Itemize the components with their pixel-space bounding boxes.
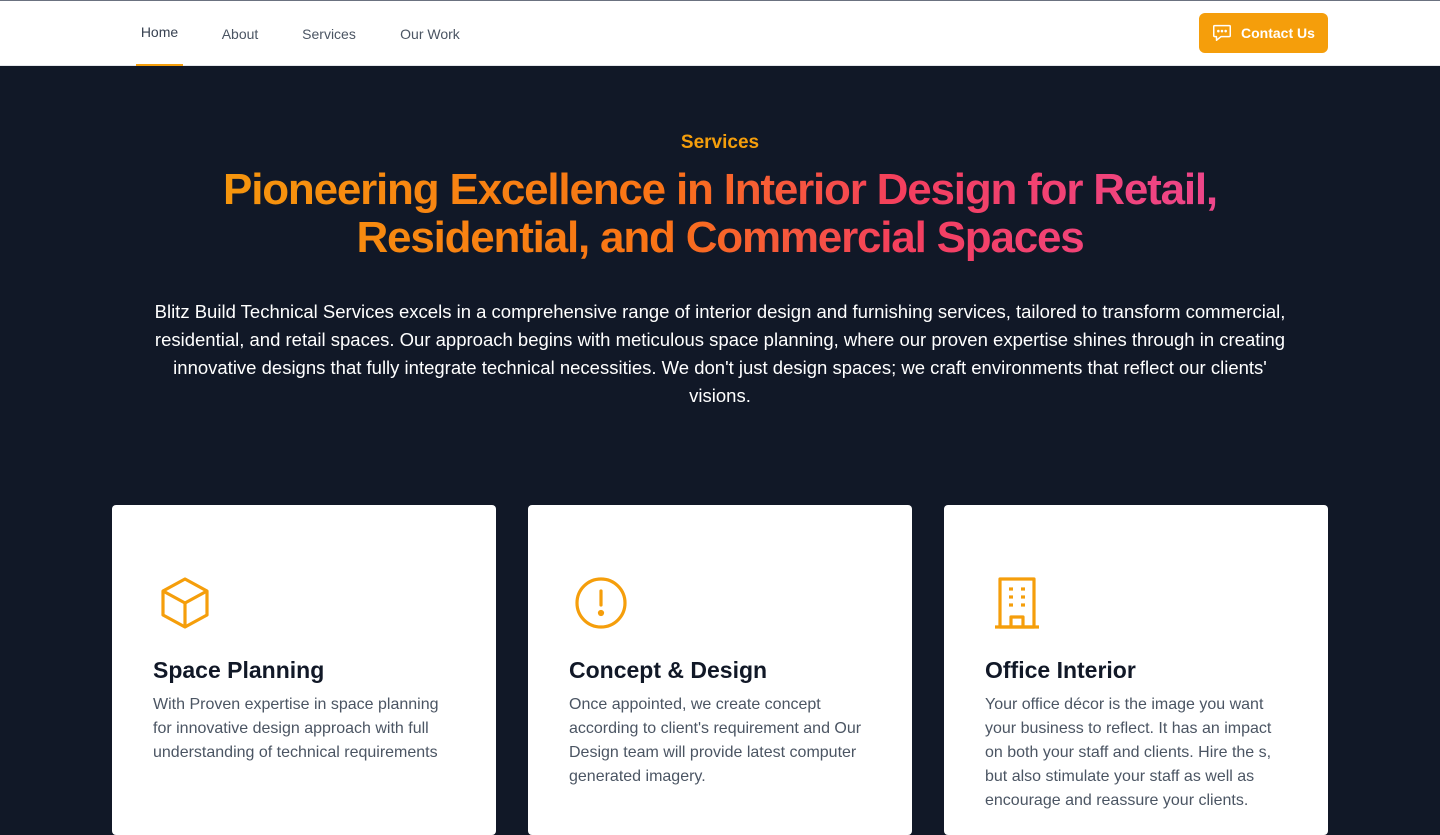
service-card-office-interior: Office Interior Your office décor is the… [944, 505, 1328, 835]
service-card-concept-design: Concept & Design Once appointed, we crea… [528, 505, 912, 835]
nav-our-work[interactable]: Our Work [397, 1, 463, 66]
intro-paragraph: Blitz Build Technical Services excels in… [154, 301, 1286, 406]
nav-home[interactable]: Home [136, 1, 183, 66]
top-navigation-bar: Home About Services Our Work Contact Us [0, 0, 1440, 66]
card-description: Your office décor is the image you want … [985, 696, 1272, 809]
main-nav: Home About Services Our Work [136, 1, 463, 66]
card-description: With Proven expertise in space planning … [153, 696, 439, 761]
contact-us-button[interactable]: Contact Us [1199, 13, 1328, 53]
services-hero: Services Pioneering Excellence in Interi… [0, 66, 1440, 835]
service-cards: Space Planning With Proven expertise in … [112, 505, 1328, 835]
card-title: Office Interior [985, 657, 1136, 683]
card-title: Space Planning [153, 657, 325, 683]
card-description: Once appointed, we create concept accord… [569, 696, 862, 785]
exclamation-circle-icon [569, 571, 633, 635]
chat-bubble-icon [1211, 21, 1233, 46]
page-headline: Pioneering Excellence in Interior Design… [120, 166, 1320, 262]
nav-services[interactable]: Services [299, 1, 359, 66]
section-eyebrow: Services [680, 132, 760, 153]
contact-us-label: Contact Us [1241, 25, 1315, 41]
card-title: Concept & Design [569, 657, 768, 683]
office-building-icon [985, 571, 1049, 635]
nav-about[interactable]: About [219, 1, 261, 66]
service-card-space-planning: Space Planning With Proven expertise in … [112, 505, 496, 835]
cube-icon [153, 571, 217, 635]
